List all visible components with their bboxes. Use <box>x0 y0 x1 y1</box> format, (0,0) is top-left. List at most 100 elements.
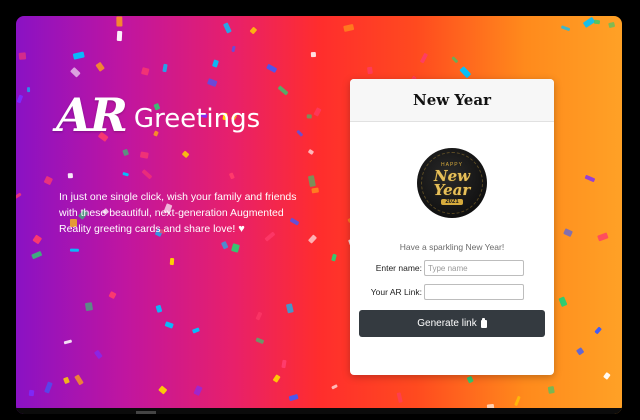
confetti-piece <box>397 392 404 404</box>
confetti-piece <box>26 87 30 93</box>
name-label: Enter name: <box>375 263 422 273</box>
new-year-badge-wrap: HAPPY New Year 2021 <box>350 148 554 218</box>
confetti-piece <box>141 169 153 180</box>
confetti-piece <box>467 375 475 383</box>
card-title: New Year <box>413 91 491 109</box>
confetti-piece <box>30 250 43 260</box>
confetti-piece <box>169 257 175 265</box>
confetti-piece <box>43 175 53 185</box>
card-header: New Year <box>350 79 554 122</box>
confetti-piece <box>158 385 168 395</box>
confetti-piece <box>281 359 288 369</box>
link-row: Your AR Link: <box>350 284 554 300</box>
confetti-piece <box>312 187 320 194</box>
confetti-piece <box>94 349 103 359</box>
confetti-piece <box>206 78 218 88</box>
confetti-piece <box>44 381 53 394</box>
confetti-piece <box>249 26 258 36</box>
confetti-piece <box>70 67 82 79</box>
confetti-piece <box>67 173 73 179</box>
confetti-piece <box>164 321 174 329</box>
confetti-piece <box>514 395 521 407</box>
generate-link-label: Generate link <box>417 318 477 329</box>
confetti-piece <box>561 24 571 31</box>
name-row: Enter name: <box>350 260 554 276</box>
confetti-piece <box>221 241 229 250</box>
confetti-piece <box>296 129 304 138</box>
new-year-badge-image: HAPPY New Year 2021 <box>417 148 487 218</box>
greeting-card-panel: New Year HAPPY New Year 2021 Have a spar… <box>350 79 554 375</box>
confetti-piece <box>255 337 265 345</box>
tagline: In just one single click, wish your fami… <box>59 189 309 237</box>
confetti-piece <box>193 385 203 397</box>
scroll-indicator <box>136 411 156 414</box>
confetti-piece <box>310 52 316 58</box>
confetti-piece <box>94 61 105 72</box>
name-input[interactable] <box>424 260 524 276</box>
confetti-piece <box>331 253 337 262</box>
confetti-piece <box>122 149 130 157</box>
confetti-piece <box>16 192 22 200</box>
ar-link-input[interactable] <box>424 284 524 300</box>
heart-icon: ♥ <box>238 223 245 235</box>
confetti-piece <box>563 227 573 237</box>
confetti-piece <box>582 16 596 28</box>
confetti-piece <box>70 248 79 252</box>
confetti-piece <box>116 30 123 41</box>
confetti-piece <box>594 19 601 25</box>
confetti-piece <box>558 296 568 308</box>
confetti-piece <box>307 148 315 155</box>
confetti-piece <box>116 17 123 27</box>
confetti-piece <box>212 59 220 68</box>
confetti-piece <box>313 106 322 117</box>
confetti-piece <box>547 385 555 394</box>
confetti-piece <box>18 53 27 61</box>
confetti-piece <box>230 45 236 53</box>
confetti-piece <box>181 149 190 158</box>
confetti-piece <box>272 374 281 384</box>
brand-ar-text: AR <box>56 88 128 142</box>
confetti-piece <box>32 234 42 244</box>
confetti-piece <box>28 389 34 397</box>
brand-logo: AR Greetings <box>56 92 260 138</box>
confetti-piece <box>306 114 312 119</box>
generate-link-button[interactable]: Generate link <box>359 310 545 337</box>
hero-section: AR Greetings In just one single click, w… <box>16 16 622 414</box>
confetti-piece <box>597 232 609 242</box>
bottom-strip <box>16 408 622 414</box>
confetti-piece <box>255 311 263 321</box>
link-label: Your AR Link: <box>370 287 422 297</box>
confetti-piece <box>575 346 585 356</box>
confetti-piece <box>419 52 428 64</box>
confetti-piece <box>75 374 85 386</box>
confetti-piece <box>139 151 150 159</box>
confetti-piece <box>608 21 615 29</box>
confetti-piece <box>154 303 163 313</box>
confetti-piece <box>121 172 129 177</box>
confetti-piece <box>308 175 317 187</box>
confetti-piece <box>288 394 299 402</box>
confetti-piece <box>85 302 93 312</box>
confetti-piece <box>366 67 374 75</box>
confetti-piece <box>141 67 150 76</box>
confetti-piece <box>107 290 117 300</box>
confetti-piece <box>191 327 200 334</box>
confetti-piece <box>584 174 596 183</box>
confetti-piece <box>228 172 235 180</box>
confetti-piece <box>62 339 73 346</box>
confetti-piece <box>308 234 318 244</box>
confetti-piece <box>458 66 472 79</box>
badge-ring <box>421 152 483 214</box>
confetti-piece <box>62 376 70 385</box>
confetti-piece <box>593 327 602 336</box>
confetti-piece <box>277 85 289 96</box>
confetti-piece <box>16 94 24 104</box>
confetti-piece <box>222 22 232 34</box>
confetti-piece <box>331 383 338 390</box>
tagline-text: In just one single click, wish your fami… <box>59 191 297 235</box>
brand-word-text: Greetings <box>133 104 261 134</box>
confetti-piece <box>162 63 168 72</box>
confetti-piece <box>602 371 611 380</box>
confetti-piece <box>285 303 294 314</box>
confetti-piece <box>230 243 240 253</box>
